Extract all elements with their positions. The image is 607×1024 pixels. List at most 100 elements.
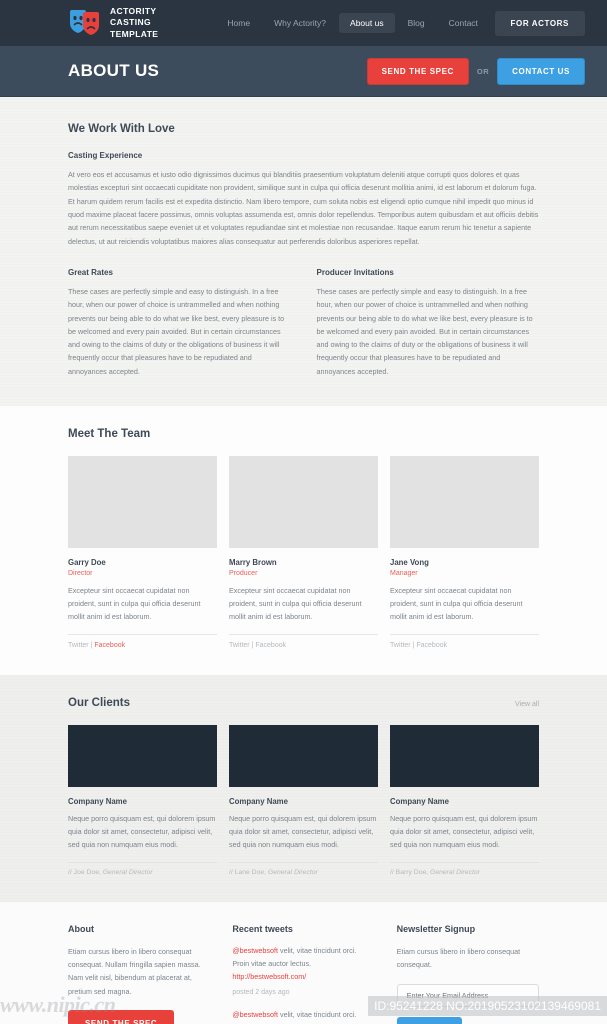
- facebook-link[interactable]: Facebook: [416, 642, 447, 649]
- producer-invitations-text: These cases are perfectly simple and eas…: [316, 286, 533, 376]
- or-separator-label: OR: [476, 66, 490, 76]
- nav-item-blog[interactable]: Blog: [397, 13, 436, 33]
- banner-actions: SEND THE SPEC OR CONTACT US: [366, 57, 585, 85]
- page-title: ABOUT US: [68, 61, 160, 80]
- team-member-role: Director: [68, 570, 93, 578]
- facebook-link[interactable]: Facebook: [255, 642, 286, 649]
- team-member-photo-placeholder: [68, 456, 217, 549]
- team-member-name: Marry Brown: [229, 558, 277, 568]
- tweet-handle-link[interactable]: @bestwebsoft: [232, 1010, 278, 1019]
- twitter-link[interactable]: Twitter: [229, 642, 250, 649]
- nav-item-why-actority[interactable]: Why Actority?: [263, 13, 337, 33]
- intro-section: We Work With Love Casting Experience At …: [0, 97, 607, 406]
- team-member-role: Producer: [229, 570, 258, 578]
- team-member-bio: Excepteur sint occaecat cupidatat non pr…: [68, 586, 201, 621]
- clients-header: Our Clients View all: [68, 697, 539, 709]
- intro-two-column-block: Great Rates These cases are perfectly si…: [68, 268, 539, 378]
- clients-heading: Our Clients: [68, 696, 130, 709]
- client-author: // Joe Doe, General Director: [68, 861, 217, 876]
- page-banner: ABOUT US SEND THE SPEC OR CONTACT US: [0, 46, 607, 97]
- newsletter-title: Newsletter Signup: [396, 923, 476, 934]
- team-member-name: Garry Doe: [68, 558, 106, 568]
- newsletter-text: Etiam cursus libero in libero consequat …: [396, 946, 521, 970]
- team-member-photo-placeholder: [390, 456, 539, 549]
- top-navigation-bar: ACTORITY CASTING TEMPLATE Home Why Actor…: [0, 0, 607, 46]
- twitter-link[interactable]: Twitter: [390, 642, 411, 649]
- team-member-name: Jane Vong: [390, 558, 429, 568]
- send-the-spec-button[interactable]: SEND THE SPEC: [366, 57, 469, 85]
- tweet-handle-link[interactable]: @bestwebsoft: [232, 946, 278, 955]
- client-quote: Neque porro quisquam est, qui dolorem ip…: [229, 813, 377, 849]
- team-member-social-links: Twitter | Facebook: [229, 633, 378, 649]
- team-grid: Garry Doe Director Excepteur sint occaec…: [68, 456, 539, 649]
- team-member-social-links: Twitter | Facebook: [390, 633, 539, 649]
- client-author-title: General Director: [267, 868, 318, 876]
- footer-grid: About Etiam cursus libero in libero cons…: [68, 924, 539, 1024]
- footer-newsletter-column: Newsletter Signup Etiam cursus libero in…: [396, 923, 539, 1024]
- great-rates-title: Great Rates: [68, 267, 113, 277]
- team-member-card: Garry Doe Director Excepteur sint occaec…: [68, 456, 217, 649]
- facebook-link[interactable]: Facebook: [94, 642, 125, 649]
- client-name: Company Name: [68, 796, 127, 806]
- client-logo-placeholder: [229, 724, 378, 787]
- footer-tweets-column: Recent tweets @bestwebsoft velit, vitae …: [232, 924, 374, 1024]
- footer-widgets-section: About Etiam cursus libero in libero cons…: [0, 901, 607, 1024]
- producer-invitations-title: Producer Invitations: [316, 267, 394, 277]
- nav-item-contact[interactable]: Contact: [438, 13, 489, 33]
- logo-line-3: TEMPLATE: [110, 28, 159, 39]
- client-name: Company Name: [390, 796, 449, 806]
- tweet-item: @bestwebsoft velit, vitae tincidunt orci…: [232, 1009, 374, 1024]
- tweet-body: @bestwebsoft velit, vitae tincidunt orci…: [232, 1009, 374, 1024]
- client-logo-placeholder: [390, 724, 539, 787]
- for-actors-button[interactable]: FOR ACTORS: [494, 10, 585, 36]
- team-member-card: Marry Brown Producer Excepteur sint occa…: [229, 456, 378, 649]
- client-author-name: // Lane Doe,: [229, 868, 268, 876]
- view-all-link[interactable]: View all: [515, 701, 539, 708]
- footer-about-column: About Etiam cursus libero in libero cons…: [68, 924, 210, 1024]
- footer-about-text: Etiam cursus libero in libero consequat …: [68, 946, 201, 996]
- tweet-url-link[interactable]: http://bestwebsoft.com/: [232, 972, 306, 981]
- producer-invitations-column: Producer Invitations These cases are per…: [317, 268, 540, 378]
- primary-nav-links: Home Why Actority? About us Blog Contact: [216, 13, 489, 33]
- team-member-card: Jane Vong Manager Excepteur sint occaeca…: [390, 456, 539, 649]
- logo-line-1: ACTORITY: [110, 5, 157, 16]
- logo-wordmark: ACTORITY CASTING TEMPLATE: [110, 6, 158, 40]
- site-logo[interactable]: ACTORITY CASTING TEMPLATE: [68, 6, 158, 40]
- link-separator: |: [90, 641, 93, 649]
- newsletter-email-input[interactable]: [396, 984, 539, 1008]
- twitter-link[interactable]: Twitter: [68, 642, 89, 649]
- client-author: // Lane Doe, General Director: [229, 861, 378, 876]
- footer-tweets-title: Recent tweets: [232, 923, 293, 934]
- team-member-bio: Excepteur sint occaecat cupidatat non pr…: [229, 586, 362, 621]
- tweet-timestamp: posted 2 days ago: [232, 988, 290, 996]
- team-section: Meet The Team Garry Doe Director Excepte…: [0, 406, 607, 675]
- client-logo-placeholder: [68, 724, 217, 787]
- client-card: Company Name Neque porro quisquam est, q…: [390, 724, 539, 876]
- client-author-name: // Barry Doe,: [390, 868, 431, 876]
- clients-section: Our Clients View all Company Name Neque …: [0, 675, 607, 902]
- nav-item-about-us[interactable]: About us: [339, 13, 395, 33]
- footer-send-the-spec-button[interactable]: SEND THE SPEC: [68, 1010, 175, 1024]
- contact-us-button[interactable]: CONTACT US: [497, 57, 585, 85]
- tweet-body: @bestwebsoft velit, vitae tincidunt orci…: [232, 945, 374, 984]
- clients-grid: Company Name Neque porro quisquam est, q…: [68, 724, 539, 876]
- team-member-role: Manager: [390, 570, 418, 578]
- client-author-title: General Director: [102, 868, 153, 876]
- team-heading: Meet The Team: [68, 428, 151, 441]
- newsletter-submit-button[interactable]: SUBMIT: [396, 1017, 463, 1024]
- client-author-title: General Director: [430, 868, 480, 876]
- tweet-item: @bestwebsoft velit, vitae tincidunt orci…: [232, 945, 374, 996]
- nav-item-home[interactable]: Home: [216, 13, 261, 33]
- logo-line-2: CASTING: [110, 17, 152, 28]
- great-rates-column: Great Rates These cases are perfectly si…: [68, 268, 291, 378]
- client-quote: Neque porro quisquam est, qui dolorem ip…: [68, 813, 216, 849]
- theater-masks-icon: [68, 8, 102, 38]
- footer-about-title: About: [68, 923, 94, 934]
- link-separator: |: [251, 641, 254, 649]
- client-name: Company Name: [229, 796, 288, 806]
- link-separator: |: [412, 641, 415, 649]
- team-member-social-links: Twitter | Facebook: [68, 633, 217, 649]
- client-card: Company Name Neque porro quisquam est, q…: [229, 724, 378, 876]
- intro-paragraph: At vero eos et accusamus et iusto odio d…: [68, 170, 539, 246]
- casting-experience-subheading: Casting Experience: [68, 151, 143, 160]
